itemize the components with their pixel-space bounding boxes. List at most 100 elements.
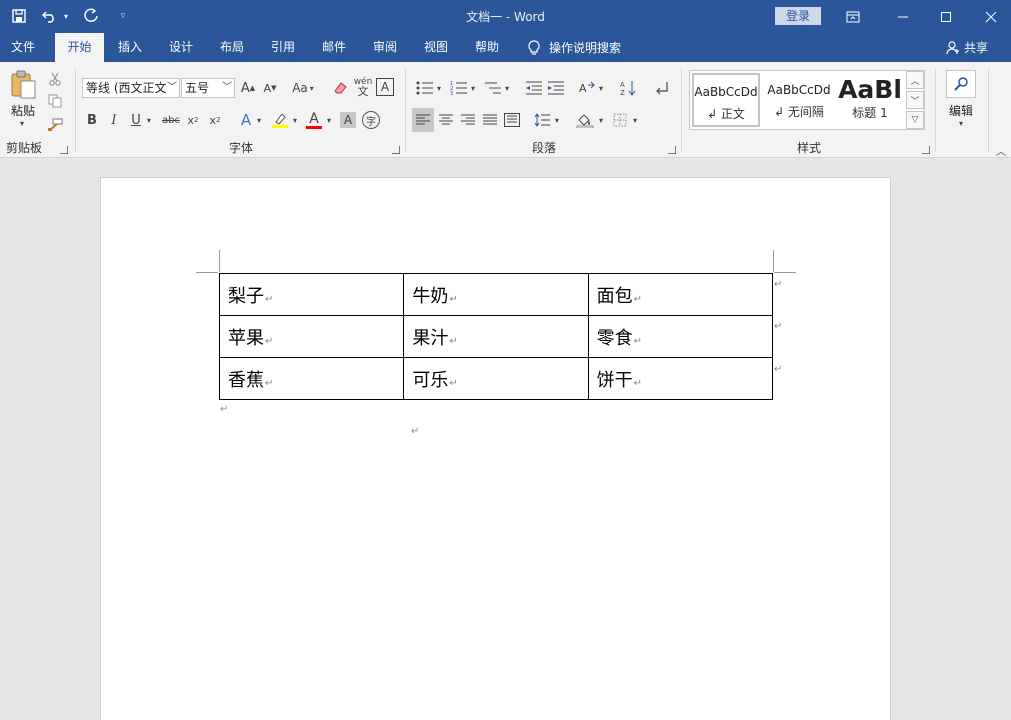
line-spacing-icon[interactable] bbox=[532, 108, 552, 132]
table-cell[interactable]: 香蕉↵ bbox=[218, 357, 405, 400]
justify-icon[interactable] bbox=[480, 108, 500, 132]
decrease-indent-icon[interactable] bbox=[524, 78, 544, 98]
login-button[interactable]: 登录 bbox=[775, 7, 821, 25]
character-shading-icon[interactable]: A bbox=[340, 112, 356, 128]
table-cell[interactable]: 饼干↵ bbox=[587, 357, 774, 400]
document-area[interactable]: 梨子↵ 牛奶↵ 面包↵ 苹果↵ 果汁↵ 零食↵ 香蕉↵ 可乐↵ 饼干↵ ↵ ↵ … bbox=[0, 158, 1011, 720]
text-effects-dropdown-icon[interactable]: ▾ bbox=[254, 110, 264, 130]
tab-view[interactable]: 视图 bbox=[416, 33, 456, 62]
font-group: 等线 (西文正文 ﹀ 五号 ﹀ A ▲ A ▼ Aa ▾ wén 文 A B I U ▾… bbox=[78, 66, 404, 158]
styles-launcher-icon[interactable] bbox=[922, 146, 930, 154]
tell-me-search[interactable]: 操作说明搜索 bbox=[527, 33, 621, 62]
lightbulb-icon bbox=[528, 39, 540, 55]
shading-icon[interactable] bbox=[574, 108, 596, 132]
paragraph-mark: ↵ bbox=[633, 293, 643, 305]
collapse-ribbon-icon[interactable]: ︿ bbox=[994, 144, 1008, 158]
grow-font-icon[interactable]: A ▲ bbox=[238, 78, 258, 98]
highlight-icon[interactable] bbox=[270, 110, 290, 130]
tab-home[interactable]: 开始 bbox=[55, 33, 104, 62]
align-left-icon[interactable] bbox=[412, 108, 434, 132]
shading-dropdown-icon[interactable]: ▾ bbox=[596, 108, 606, 132]
tab-insert[interactable]: 插入 bbox=[110, 33, 150, 62]
editing-dropdown-icon[interactable]: ▾ bbox=[956, 118, 966, 128]
maximize-icon[interactable] bbox=[923, 0, 969, 33]
table-cell[interactable]: 果汁↵ bbox=[403, 315, 589, 358]
font-launcher-icon[interactable] bbox=[392, 146, 400, 154]
increase-indent-icon[interactable] bbox=[546, 78, 566, 98]
asian-layout-icon[interactable]: A bbox=[576, 78, 598, 98]
text-effects-icon[interactable]: A bbox=[236, 110, 256, 130]
svg-text:3: 3 bbox=[450, 91, 453, 95]
line-spacing-dropdown-icon[interactable]: ▾ bbox=[552, 108, 562, 132]
clipboard-group: 粘贴 ▾ 剪贴板 bbox=[0, 66, 74, 158]
table-cell[interactable]: 可乐↵ bbox=[403, 357, 589, 400]
ribbon-display-options-icon[interactable] bbox=[830, 0, 876, 33]
paste-icon[interactable] bbox=[8, 70, 38, 100]
subscript-icon[interactable]: x2 bbox=[184, 110, 202, 130]
tab-review[interactable]: 审阅 bbox=[365, 33, 405, 62]
table-cell[interactable]: 零食↵ bbox=[587, 315, 774, 358]
phonetic-guide-icon[interactable]: wén 文 bbox=[352, 76, 374, 98]
paragraph-launcher-icon[interactable] bbox=[668, 146, 676, 154]
asian-layout-dropdown-icon[interactable]: ▾ bbox=[596, 78, 606, 98]
bullets-dropdown-icon[interactable]: ▾ bbox=[434, 78, 444, 98]
strikethrough-icon[interactable]: abc bbox=[160, 110, 182, 130]
bold-icon[interactable]: B bbox=[84, 110, 100, 130]
align-right-icon[interactable] bbox=[458, 108, 478, 132]
editing-label[interactable]: 编辑 bbox=[942, 102, 980, 118]
document-table[interactable]: 梨子↵ 牛奶↵ 面包↵ 苹果↵ 果汁↵ 零食↵ 香蕉↵ 可乐↵ 饼干↵ bbox=[218, 273, 774, 400]
search-icon[interactable] bbox=[946, 70, 976, 98]
shrink-font-icon[interactable]: A ▼ bbox=[260, 78, 280, 98]
font-name-combo[interactable]: 等线 (西文正文 ﹀ bbox=[82, 78, 180, 98]
numbering-icon[interactable]: 123 bbox=[448, 78, 470, 98]
paste-label[interactable]: 粘贴 bbox=[6, 102, 40, 118]
cut-icon[interactable] bbox=[46, 70, 64, 88]
bullets-icon[interactable] bbox=[414, 78, 436, 98]
distributed-icon[interactable] bbox=[502, 108, 522, 132]
close-icon[interactable] bbox=[968, 0, 1011, 33]
tab-help[interactable]: 帮助 bbox=[467, 33, 507, 62]
paragraph-group-label: 段落 bbox=[531, 141, 556, 155]
tab-references[interactable]: 引用 bbox=[263, 33, 303, 62]
align-center-icon[interactable] bbox=[436, 108, 456, 132]
svg-text:A: A bbox=[620, 81, 625, 89]
numbering-dropdown-icon[interactable]: ▾ bbox=[468, 78, 478, 98]
multilevel-list-icon[interactable] bbox=[482, 78, 504, 98]
document-page[interactable]: 梨子↵ 牛奶↵ 面包↵ 苹果↵ 果汁↵ 零食↵ 香蕉↵ 可乐↵ 饼干↵ ↵ ↵ … bbox=[100, 177, 891, 720]
font-color-icon[interactable]: A bbox=[304, 110, 324, 130]
minimize-icon[interactable] bbox=[880, 0, 926, 33]
underline-icon[interactable]: U bbox=[128, 110, 144, 130]
clipboard-launcher-icon[interactable] bbox=[60, 146, 68, 154]
show-hide-marks-icon[interactable] bbox=[652, 78, 672, 98]
format-painter-icon[interactable] bbox=[46, 116, 64, 134]
tab-mailings[interactable]: 邮件 bbox=[314, 33, 354, 62]
chevron-down-icon: ﹀ bbox=[167, 82, 177, 93]
share-button[interactable]: 共享 bbox=[946, 33, 988, 62]
highlight-dropdown-icon[interactable]: ▾ bbox=[290, 110, 300, 130]
change-case-button[interactable]: Aa ▾ bbox=[288, 78, 318, 98]
multilevel-dropdown-icon[interactable]: ▾ bbox=[502, 78, 512, 98]
font-size-combo[interactable]: 五号 ﹀ bbox=[181, 78, 235, 98]
borders-dropdown-icon[interactable]: ▾ bbox=[630, 108, 640, 132]
tab-file[interactable]: 文件 bbox=[0, 33, 46, 62]
font-size-value: 五号 bbox=[185, 81, 210, 95]
table-cell[interactable]: 面包↵ bbox=[587, 273, 774, 316]
table-cell[interactable]: 梨子↵ bbox=[218, 273, 405, 316]
underline-dropdown-icon[interactable]: ▾ bbox=[144, 110, 154, 130]
tab-design[interactable]: 设计 bbox=[161, 33, 201, 62]
character-border-icon[interactable]: A bbox=[376, 78, 394, 96]
ribbon: 粘贴 ▾ 剪贴板 等线 (西文正文 ﹀ 五号 ﹀ A ▲ A ▼ Aa ▾ wén 文 … bbox=[0, 62, 1011, 158]
enclose-characters-icon[interactable]: 字 bbox=[362, 111, 380, 129]
borders-icon[interactable] bbox=[610, 108, 630, 132]
sort-icon[interactable]: AZ bbox=[618, 78, 638, 98]
copy-icon[interactable] bbox=[46, 92, 64, 110]
clear-formatting-icon[interactable] bbox=[330, 78, 350, 98]
font-color-dropdown-icon[interactable]: ▾ bbox=[324, 110, 334, 130]
table-cell[interactable]: 苹果↵ bbox=[218, 315, 405, 358]
table-cell[interactable]: 牛奶↵ bbox=[403, 273, 589, 316]
row-end-mark: ↵ bbox=[774, 364, 783, 375]
paste-dropdown-icon[interactable]: ▾ bbox=[16, 118, 28, 128]
superscript-icon[interactable]: x2 bbox=[206, 110, 224, 130]
italic-icon[interactable]: I bbox=[106, 110, 122, 130]
tab-layout[interactable]: 布局 bbox=[212, 33, 252, 62]
